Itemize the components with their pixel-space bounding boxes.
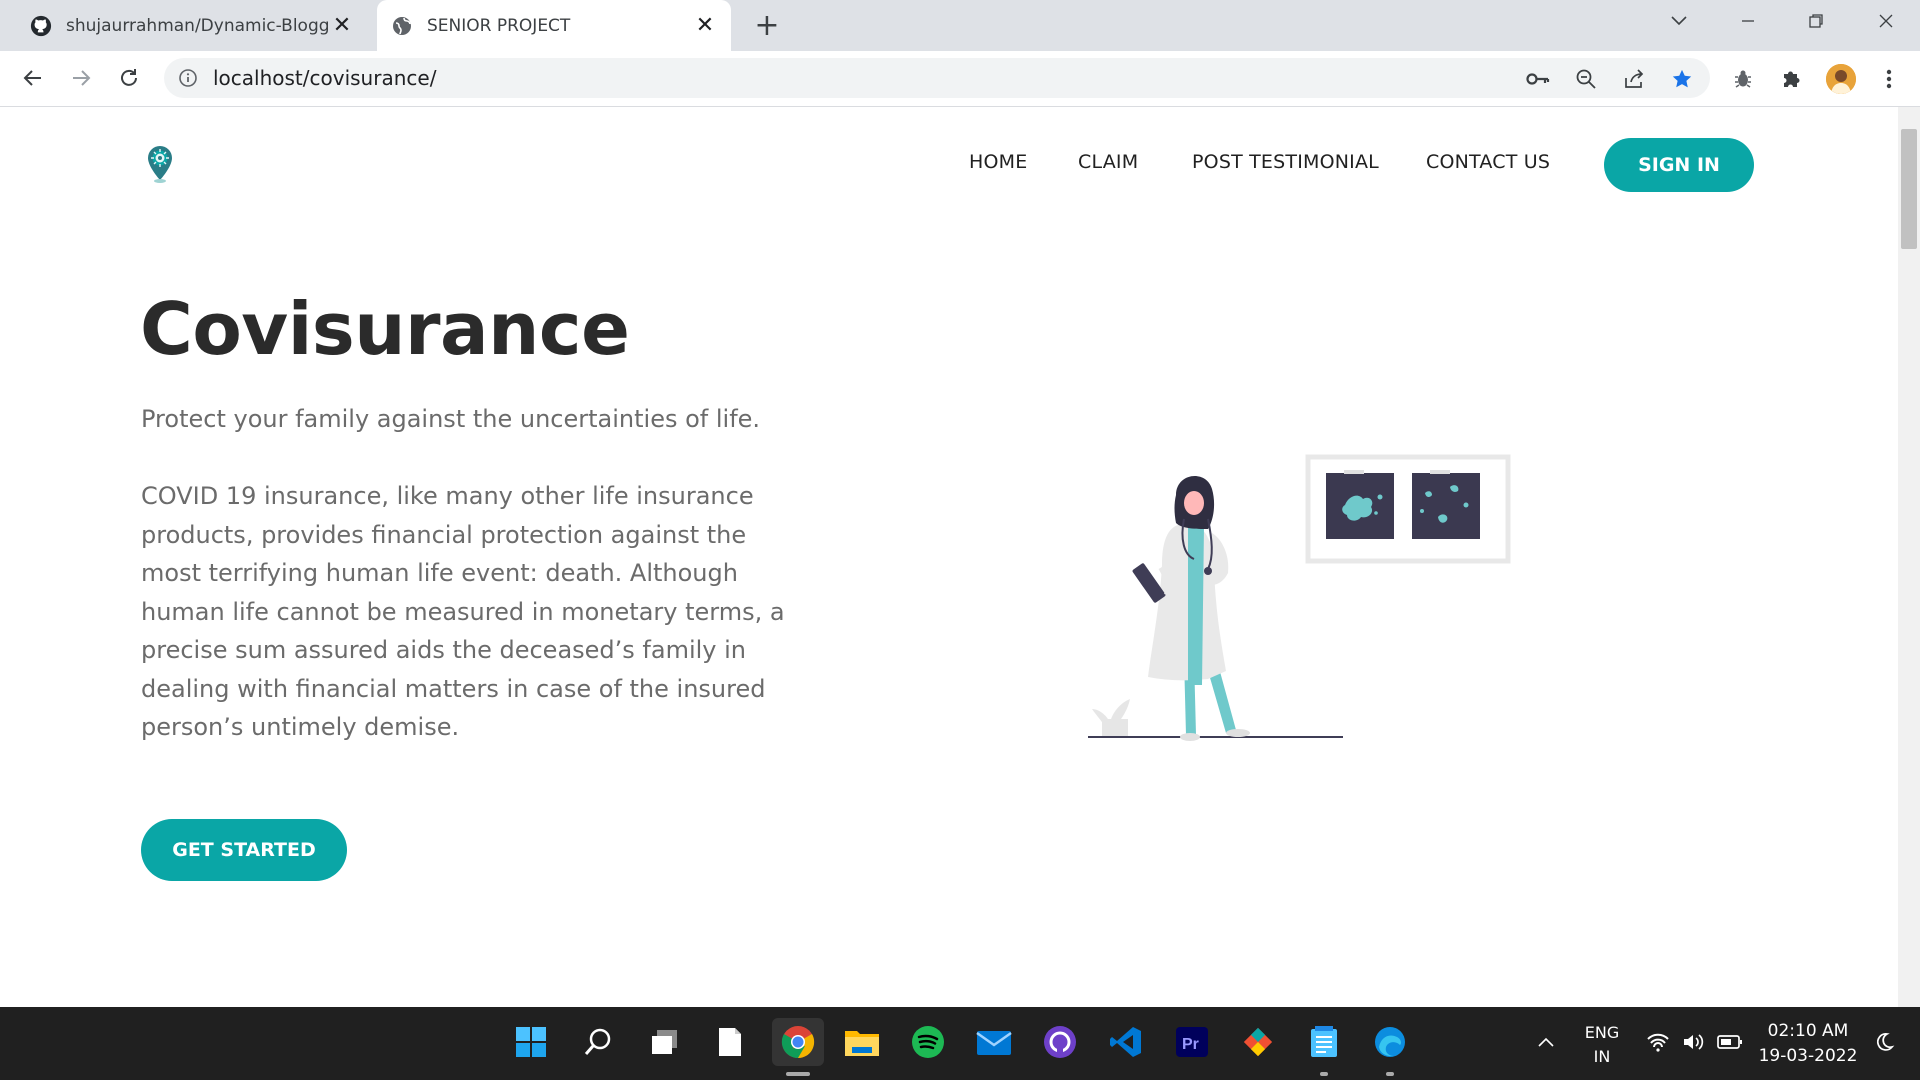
address-bar[interactable]: localhost/covisurance/ bbox=[164, 58, 1710, 98]
close-tab-icon[interactable]: ✕ bbox=[328, 12, 356, 40]
battery-icon[interactable] bbox=[1710, 1022, 1750, 1062]
spotify-icon[interactable] bbox=[908, 1022, 948, 1062]
share-icon[interactable] bbox=[1622, 67, 1646, 91]
page-scrollbar[interactable] bbox=[1898, 107, 1920, 1007]
hero-title: Covisurance bbox=[140, 287, 630, 371]
svg-text:Pr: Pr bbox=[1182, 1036, 1199, 1053]
tab-title: shujaurrahman/Dynamic-Blogger bbox=[66, 15, 328, 36]
zoom-icon[interactable] bbox=[1574, 67, 1598, 91]
vscode-icon[interactable] bbox=[1106, 1022, 1146, 1062]
close-window-icon[interactable] bbox=[1862, 0, 1910, 42]
running-app-indicator bbox=[1320, 1072, 1328, 1076]
password-key-icon[interactable] bbox=[1526, 67, 1550, 91]
globe-icon bbox=[391, 15, 413, 37]
show-hidden-icons-icon[interactable] bbox=[1526, 1022, 1566, 1062]
scrollbar-thumb[interactable] bbox=[1901, 129, 1917, 249]
mail-icon[interactable] bbox=[974, 1022, 1014, 1062]
wifi-icon[interactable] bbox=[1638, 1022, 1678, 1062]
tab-search-icon[interactable] bbox=[1655, 0, 1703, 42]
tab-strip: shujaurrahman/Dynamic-Blogger ✕ SENIOR P… bbox=[0, 0, 1920, 51]
github-desktop-icon[interactable] bbox=[1040, 1022, 1080, 1062]
running-app-indicator bbox=[1386, 1072, 1394, 1076]
browser-toolbar: localhost/covisurance/ bbox=[0, 51, 1920, 107]
site-info-icon[interactable] bbox=[178, 68, 198, 92]
task-view-icon[interactable] bbox=[644, 1022, 684, 1062]
active-app-indicator bbox=[786, 1072, 810, 1076]
nav-home[interactable]: HOME bbox=[969, 151, 1027, 173]
nav-contact-us[interactable]: CONTACT US bbox=[1426, 151, 1550, 173]
url-text: localhost/covisurance/ bbox=[213, 66, 437, 90]
reload-button[interactable] bbox=[112, 61, 146, 95]
forward-button[interactable] bbox=[64, 61, 98, 95]
chrome-icon[interactable] bbox=[772, 1018, 824, 1066]
back-button[interactable] bbox=[16, 61, 50, 95]
tab-title: SENIOR PROJECT bbox=[427, 15, 571, 36]
bookmark-star-icon[interactable] bbox=[1670, 67, 1694, 91]
bug-extension-icon[interactable] bbox=[1730, 66, 1756, 92]
get-started-button[interactable]: GET STARTED bbox=[141, 819, 347, 881]
file-explorer-icon[interactable] bbox=[842, 1022, 882, 1062]
tab-senior-project[interactable]: SENIOR PROJECT ✕ bbox=[377, 0, 731, 51]
notepad-app-icon[interactable] bbox=[1304, 1022, 1344, 1062]
tab-github[interactable]: shujaurrahman/Dynamic-Blogger ✕ bbox=[14, 0, 368, 51]
notification-moon-icon[interactable] bbox=[1864, 1022, 1904, 1062]
close-tab-icon[interactable]: ✕ bbox=[691, 12, 719, 40]
search-icon[interactable] bbox=[578, 1022, 618, 1062]
volume-icon[interactable] bbox=[1674, 1022, 1714, 1062]
site-logo[interactable] bbox=[145, 144, 175, 188]
language-indicator[interactable]: ENG bbox=[1578, 1023, 1626, 1042]
clock-date[interactable]: 19-03-2022 bbox=[1756, 1046, 1860, 1066]
restore-icon[interactable] bbox=[1792, 0, 1840, 42]
windows-taskbar: Pr ENG IN 02:10 AM 19-03-2022 bbox=[0, 1007, 1920, 1080]
new-tab-button[interactable]: + bbox=[750, 8, 784, 43]
hero-description: COVID 19 insurance, like many other life… bbox=[141, 482, 785, 741]
region-indicator[interactable]: IN bbox=[1578, 1047, 1626, 1066]
git-icon[interactable] bbox=[1238, 1022, 1278, 1062]
github-icon bbox=[30, 15, 52, 37]
minimize-icon[interactable] bbox=[1724, 0, 1772, 42]
sign-in-button[interactable]: SIGN IN bbox=[1604, 138, 1754, 192]
extensions-puzzle-icon[interactable] bbox=[1778, 66, 1804, 92]
nav-post-testimonial[interactable]: POST TESTIMONIAL bbox=[1192, 151, 1379, 173]
web-page: HOME CLAIM POST TESTIMONIAL CONTACT US S… bbox=[0, 107, 1898, 1007]
nav-claim[interactable]: CLAIM bbox=[1078, 151, 1138, 173]
profile-avatar[interactable] bbox=[1826, 64, 1856, 94]
edge-icon[interactable] bbox=[1370, 1022, 1410, 1062]
notepad-icon[interactable] bbox=[710, 1022, 750, 1062]
doctor-illustration bbox=[1080, 447, 1520, 751]
hero-tagline: Protect your family against the uncertai… bbox=[141, 405, 761, 433]
premiere-pro-icon[interactable]: Pr bbox=[1172, 1022, 1212, 1062]
start-icon[interactable] bbox=[511, 1022, 551, 1062]
clock-time[interactable]: 02:10 AM bbox=[1756, 1021, 1860, 1041]
more-options-icon[interactable] bbox=[1876, 66, 1902, 92]
